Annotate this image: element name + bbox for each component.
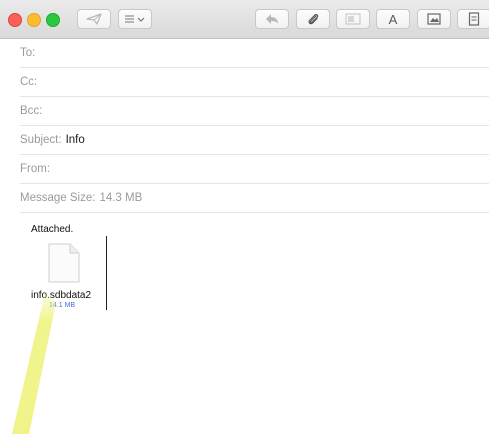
font-icon: A (388, 11, 398, 27)
message-header: To: Cc: Bcc: Subject: Info From: Message… (20, 39, 489, 213)
attachment-size: 14.1 MB (49, 302, 76, 309)
paperclip-icon (308, 13, 319, 25)
show-format-bar-icon (345, 13, 361, 25)
photo-browser-button[interactable] (417, 9, 451, 29)
toolbar: A (0, 0, 489, 39)
cc-field[interactable]: Cc: (20, 68, 489, 97)
bcc-field[interactable]: Bcc: (20, 97, 489, 126)
photo-browser-icon (427, 13, 441, 25)
zoom-button[interactable] (46, 13, 60, 27)
subject-value[interactable]: Info (66, 134, 85, 146)
reply-button[interactable] (255, 9, 289, 29)
message-size-value: 14.3 MB (99, 192, 143, 204)
font-button[interactable]: A (376, 9, 410, 29)
bcc-label: Bcc: (20, 105, 43, 117)
send-icon (86, 13, 102, 25)
send-button[interactable] (77, 9, 111, 29)
message-size-label: Message Size: (20, 192, 96, 204)
cc-label: Cc: (20, 76, 38, 88)
to-field[interactable]: To: (20, 39, 489, 68)
to-label: To: (20, 47, 36, 59)
compose-window: A To: Cc: Bcc: Subject: Info From: Messa… (0, 0, 489, 434)
attachment-filename: info.sdbdata2 (31, 290, 92, 301)
stationery-icon (468, 12, 480, 26)
subject-field[interactable]: Subject: Info (20, 126, 489, 155)
text-cursor (106, 236, 107, 310)
attach-button[interactable] (296, 9, 330, 29)
subject-label: Subject: (20, 134, 62, 146)
reply-icon (266, 14, 278, 24)
format-bar-button[interactable] (336, 9, 370, 29)
minimize-button[interactable] (27, 13, 41, 27)
message-body-text[interactable]: Attached. (31, 224, 73, 235)
document-icon (48, 243, 80, 283)
close-button[interactable] (8, 13, 22, 27)
list-format-button[interactable] (118, 9, 152, 29)
attachment[interactable]: info.sdbdata2 14.1 MB (31, 243, 111, 313)
from-field[interactable]: From: (20, 155, 489, 184)
stationery-button[interactable] (457, 9, 489, 29)
message-size-row: Message Size: 14.3 MB (20, 184, 489, 213)
from-label: From: (20, 163, 51, 175)
list-format-icon (125, 15, 145, 23)
